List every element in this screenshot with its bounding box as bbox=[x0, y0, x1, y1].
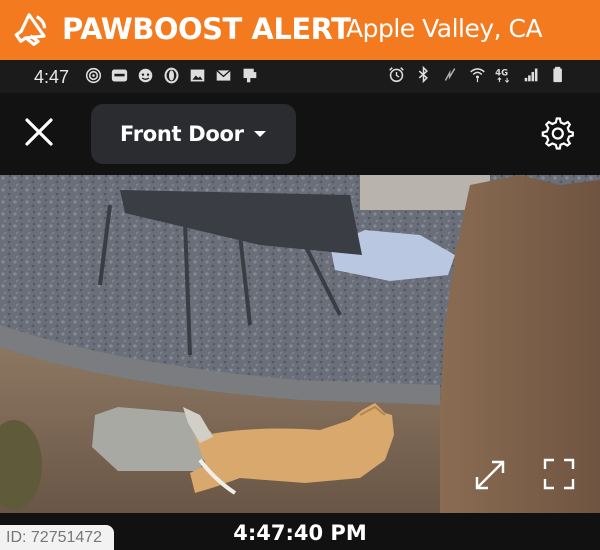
alert-location: Apple Valley, CA bbox=[346, 14, 543, 43]
bluetooth-icon bbox=[418, 66, 429, 83]
camera-selector[interactable]: Front Door bbox=[91, 104, 296, 164]
notification-icons bbox=[84, 67, 259, 84]
svg-text:4G: 4G bbox=[495, 68, 508, 78]
live-camera-feed[interactable] bbox=[0, 175, 600, 513]
fullscreen-icon[interactable] bbox=[542, 457, 576, 491]
status-bar: 4:47 4G bbox=[0, 60, 600, 93]
4g-icon: 4G bbox=[495, 68, 510, 83]
opera-icon bbox=[164, 67, 179, 84]
megaphone-icon bbox=[14, 13, 47, 46]
brand-title: PAWBOOST ALERT bbox=[62, 12, 351, 46]
signal-icon bbox=[524, 68, 538, 82]
gallery-icon bbox=[190, 69, 205, 82]
cat-icon bbox=[138, 68, 153, 83]
wifi-icon bbox=[470, 68, 485, 83]
ring-icon bbox=[111, 69, 128, 82]
status-time: 4:47 bbox=[34, 67, 70, 87]
chevron-down-icon bbox=[253, 131, 266, 137]
camera-scene bbox=[0, 175, 600, 513]
mail-icon bbox=[216, 69, 231, 81]
alert-id-badge: ID: 72751472 bbox=[0, 525, 114, 550]
alarm-icon bbox=[389, 67, 404, 83]
gear-icon[interactable] bbox=[541, 117, 575, 151]
hotspot-icon bbox=[85, 67, 102, 84]
close-icon[interactable] bbox=[22, 115, 56, 149]
nfc-icon bbox=[444, 68, 456, 81]
camera-toolbar: Front Door bbox=[0, 93, 600, 175]
expand-icon[interactable] bbox=[473, 458, 507, 492]
system-icons: 4G bbox=[387, 66, 568, 83]
camera-name: Front Door bbox=[120, 122, 244, 146]
pawboost-banner: PAWBOOST ALERT Apple Valley, CA bbox=[0, 0, 600, 60]
battery-icon bbox=[553, 66, 562, 83]
device-icon bbox=[243, 68, 257, 83]
